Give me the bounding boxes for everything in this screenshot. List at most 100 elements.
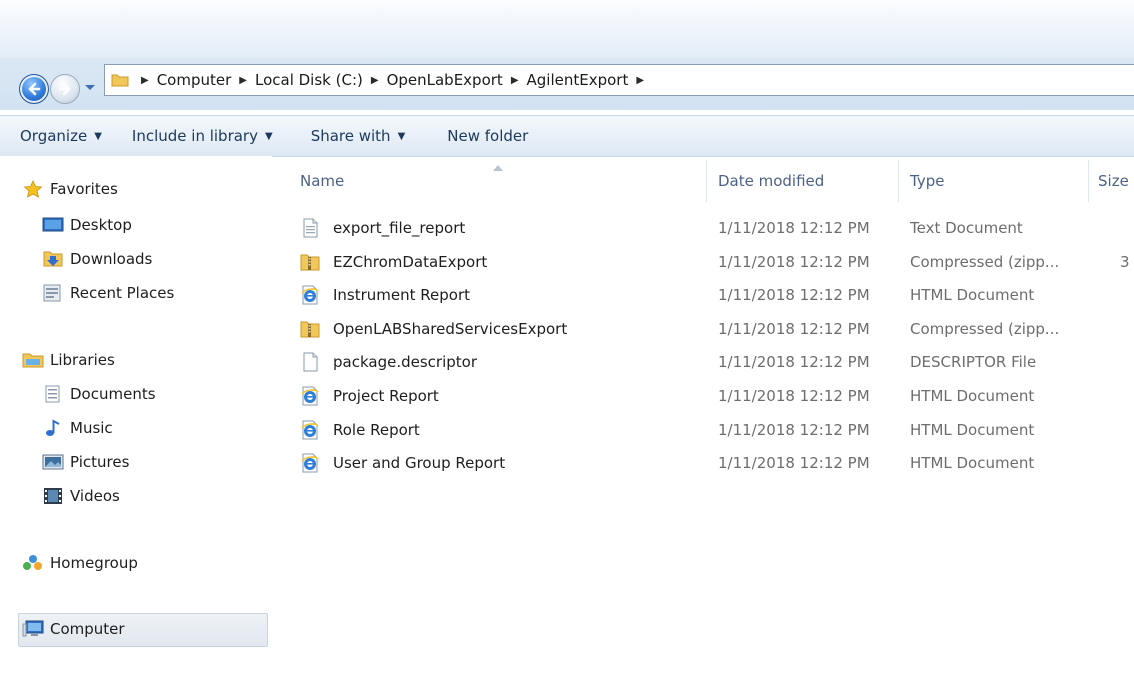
nav-label: Libraries xyxy=(50,351,115,369)
file-name: Instrument Report xyxy=(333,286,471,305)
organize-button[interactable]: Organize ▼ xyxy=(20,127,102,145)
breadcrumb-separator-icon[interactable]: ▶ xyxy=(511,75,519,86)
file-row[interactable]: OpenLABSharedServicesExport 1/11/2018 12:… xyxy=(300,312,1134,346)
breadcrumb-separator-icon[interactable]: ▶ xyxy=(636,75,644,86)
file-row[interactable]: Project Report 1/11/2018 12:12 PM HTML Doc… xyxy=(300,379,1134,413)
file-date-modified: 1/11/2018 12:12 PM xyxy=(718,420,870,439)
file-date-modified: 1/11/2018 12:12 PM xyxy=(718,286,870,305)
file-name: User and Group Report xyxy=(333,454,506,473)
column-divider[interactable] xyxy=(898,160,899,202)
text-file-icon xyxy=(303,218,318,238)
blank-file-icon xyxy=(303,352,318,372)
nav-label: Recent Places xyxy=(70,284,175,302)
file-row[interactable]: Instrument Report 1/11/2018 12:12 PM HTML … xyxy=(300,278,1134,312)
nav-downloads[interactable]: Downloads xyxy=(42,250,152,268)
nav-pictures[interactable]: Pictures xyxy=(42,453,129,471)
nav-videos[interactable]: Videos xyxy=(42,487,120,505)
file-date-modified: 1/11/2018 12:12 PM xyxy=(718,252,870,271)
html-file-icon xyxy=(301,453,319,473)
chevron-down-icon: ▼ xyxy=(397,130,406,142)
nav-label: Pictures xyxy=(70,453,130,471)
nav-documents[interactable]: Documents xyxy=(42,385,156,403)
address-bar[interactable]: ▶ Computer ▶ Local Disk (C:) ▶ OpenLabEx… xyxy=(104,64,1134,96)
breadcrumb-local-disk[interactable]: Local Disk (C:) xyxy=(255,71,363,89)
file-date-modified: 1/11/2018 12:12 PM xyxy=(718,219,870,237)
recent-pages-dropdown-icon[interactable] xyxy=(84,84,96,92)
breadcrumb-separator-icon[interactable]: ▶ xyxy=(141,75,149,86)
star-icon xyxy=(23,180,43,198)
file-date-modified: 1/11/2018 12:12 PM xyxy=(718,319,870,338)
share-with-label: Share with xyxy=(310,127,391,145)
new-folder-label: New folder xyxy=(447,127,529,145)
file-type: DESCRIPTOR File xyxy=(910,353,1037,372)
zip-folder-icon xyxy=(300,254,320,271)
nav-label: Music xyxy=(70,419,113,437)
navigation-pane xyxy=(0,156,272,684)
back-button[interactable] xyxy=(19,74,49,104)
nav-computer[interactable]: Computer xyxy=(22,620,125,638)
chevron-down-icon: ▼ xyxy=(264,130,273,142)
file-type: Compressed (zipp... xyxy=(910,319,1060,338)
forward-button[interactable] xyxy=(50,74,80,104)
chevron-down-icon: ▼ xyxy=(94,130,102,142)
include-in-library-button[interactable]: Include in library ▼ xyxy=(132,127,273,145)
file-name: package.descriptor xyxy=(333,353,477,372)
libraries-icon xyxy=(22,353,44,368)
computer-icon xyxy=(22,620,44,637)
videos-film-icon xyxy=(44,488,62,504)
share-with-button[interactable]: Share with ▼ xyxy=(311,127,406,145)
file-name: Project Report xyxy=(333,387,439,405)
file-type: HTML Document xyxy=(910,387,1035,405)
column-header-type[interactable]: Type xyxy=(910,172,944,190)
recent-places-icon xyxy=(43,284,61,302)
organize-label: Organize xyxy=(20,127,88,145)
column-divider[interactable] xyxy=(706,160,707,202)
zip-folder-icon xyxy=(300,321,320,338)
sort-ascending-icon xyxy=(493,165,503,171)
nav-label: Favorites xyxy=(50,180,118,198)
file-name: OpenLABSharedServicesExport xyxy=(333,319,568,338)
breadcrumb-separator-icon[interactable]: ▶ xyxy=(371,75,379,86)
column-header-size[interactable]: Size xyxy=(1098,172,1129,190)
downloads-folder-icon xyxy=(43,251,63,267)
breadcrumb-openlabexport[interactable]: OpenLabExport xyxy=(387,71,503,89)
include-in-library-label: Include in library xyxy=(131,127,258,145)
column-header-name[interactable]: Name xyxy=(300,172,344,190)
nav-label: Downloads xyxy=(70,250,153,268)
nav-recent-places[interactable]: Recent Places xyxy=(42,284,174,302)
file-row[interactable]: User and Group Report 1/11/2018 12:12 PM H… xyxy=(300,446,1134,480)
breadcrumb-agilentexport[interactable]: AgilentExport xyxy=(527,71,629,89)
file-date-modified: 1/11/2018 12:12 PM xyxy=(718,454,870,473)
music-note-icon xyxy=(46,419,60,436)
new-folder-button[interactable]: New folder xyxy=(447,127,528,145)
back-arrow-icon xyxy=(28,82,41,96)
column-divider[interactable] xyxy=(1088,160,1089,202)
command-bar: Organize ▼ Include in library ▼ Share with… xyxy=(0,115,1134,157)
nav-favorites[interactable]: Favorites xyxy=(22,180,118,198)
file-date-modified: 1/11/2018 12:12 PM xyxy=(718,353,870,372)
file-name: EZChromDataExport xyxy=(333,252,488,271)
nav-music[interactable]: Music xyxy=(42,419,113,437)
nav-label: Desktop xyxy=(70,216,132,234)
nav-label: Homegroup xyxy=(50,554,138,572)
breadcrumb-computer[interactable]: Computer xyxy=(157,71,232,89)
homegroup-icon xyxy=(23,555,42,570)
breadcrumb-separator-icon[interactable]: ▶ xyxy=(239,75,247,86)
file-row[interactable]: package.descriptor 1/11/2018 12:12 PM DESC… xyxy=(300,345,1134,379)
title-bar xyxy=(0,0,1134,58)
file-type: HTML Document xyxy=(910,420,1035,439)
column-header-date-modified[interactable]: Date modified xyxy=(718,172,824,190)
file-row[interactable]: EZChromDataExport 1/11/2018 12:12 PM Compr… xyxy=(300,245,1134,279)
forward-arrow-icon xyxy=(58,82,71,96)
documents-icon xyxy=(45,385,60,403)
nav-label: Computer xyxy=(50,620,125,638)
file-date-modified: 1/11/2018 12:12 PM xyxy=(718,387,870,405)
folder-icon xyxy=(111,74,129,87)
file-row[interactable]: Role Report 1/11/2018 12:12 PM HTML Docume… xyxy=(300,413,1134,447)
desktop-icon xyxy=(42,217,64,232)
nav-libraries[interactable]: Libraries xyxy=(22,351,115,369)
html-file-icon xyxy=(301,285,319,305)
file-row[interactable]: export_file_report 1/11/2018 12:12 PM Text… xyxy=(300,211,1134,245)
nav-homegroup[interactable]: Homegroup xyxy=(22,554,138,572)
nav-desktop[interactable]: Desktop xyxy=(42,216,132,234)
